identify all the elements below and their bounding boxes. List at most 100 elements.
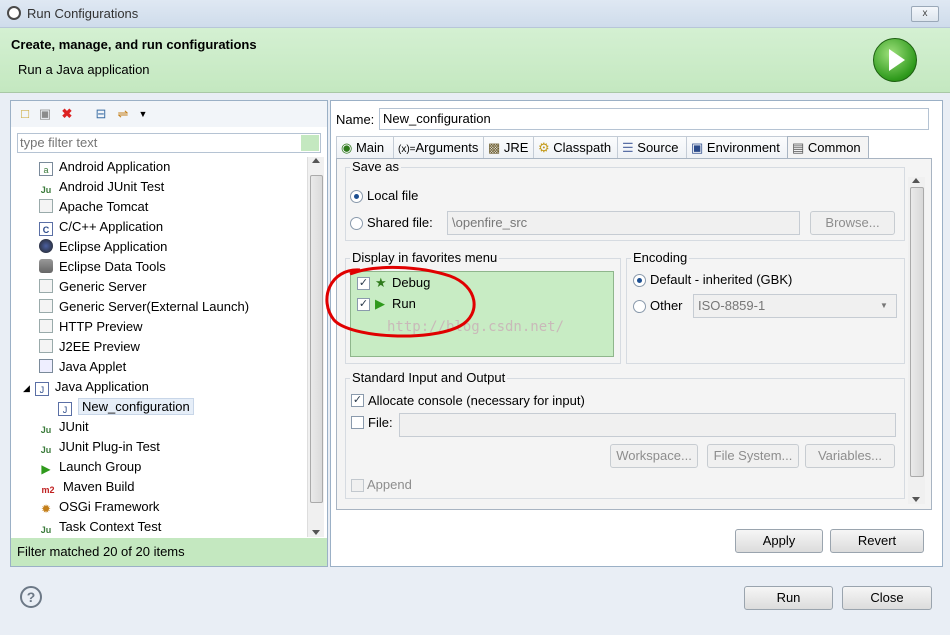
scroll-up-icon[interactable] (312, 158, 320, 163)
scroll-down-icon[interactable] (912, 497, 920, 502)
osgi-icon: ✹ (40, 502, 52, 516)
c-app-icon: C (39, 222, 53, 236)
encoding-value: ISO-8859-1 (698, 298, 766, 313)
allocate-console-checkbox[interactable]: ✓ (351, 394, 364, 407)
filter-input[interactable] (18, 134, 302, 150)
common-icon: ▤ (792, 140, 805, 155)
tree-item[interactable]: Generic Server (39, 277, 146, 297)
variables-button[interactable]: Variables... (805, 444, 895, 468)
new-config-icon[interactable]: □ (17, 106, 33, 122)
filter-box[interactable] (17, 133, 321, 153)
tab-jre[interactable]: ▩ JRE (483, 136, 535, 159)
close-button[interactable]: Close (842, 586, 932, 610)
delete-icon[interactable]: ✖ (59, 106, 75, 122)
save-as-title: Save as (350, 159, 401, 174)
scroll-up-icon[interactable] (912, 178, 920, 183)
apply-button[interactable]: Apply (735, 529, 823, 553)
app-icon (7, 6, 21, 20)
tree-item[interactable]: HTTP Preview (39, 317, 143, 337)
name-input[interactable]: New_configuration (379, 108, 929, 130)
chevron-down-icon[interactable]: ▼ (135, 106, 151, 122)
header-banner: Create, manage, and run configurations R… (0, 28, 950, 93)
browse-button[interactable]: Browse... (810, 211, 895, 235)
tab-classpath[interactable]: ⚙ Classpath (533, 136, 619, 159)
watermark-text: http://blog.csdn.net/ (387, 319, 565, 335)
tree-item[interactable]: Generic Server(External Launch) (39, 297, 249, 317)
run-banner-icon (873, 38, 917, 82)
encoding-title: Encoding (631, 250, 690, 265)
run-checkbox[interactable]: ✓ (357, 298, 370, 311)
tab-main[interactable]: ◉ Main (336, 136, 398, 159)
classpath-icon: ⚙ (538, 140, 550, 155)
run-button[interactable]: Run (744, 586, 833, 610)
tree-item[interactable]: C C/C++ Application (39, 217, 163, 237)
file-system-button[interactable]: File System... (707, 444, 799, 468)
stdio-title: Standard Input and Output (350, 370, 508, 385)
tree-item[interactable]: a Android Application (39, 157, 170, 177)
default-encoding-label: Default - inherited (GBK) (650, 272, 793, 287)
tree-scrollbar[interactable] (307, 157, 324, 537)
workspace-button[interactable]: Workspace... (610, 444, 698, 468)
append-checkbox[interactable] (351, 479, 364, 492)
tree-item[interactable]: Ju Android JUnit Test (39, 177, 165, 197)
junit-icon: Ju (40, 185, 52, 195)
applet-icon (39, 359, 53, 373)
jre-icon: ▩ (488, 140, 501, 155)
run-icon: ▶ (375, 296, 385, 311)
junit-icon: Ju (40, 525, 52, 535)
encoding-select[interactable]: ISO-8859-1 ▼ (693, 294, 897, 318)
revert-button[interactable]: Revert (830, 529, 924, 553)
default-encoding-radio[interactable] (633, 274, 646, 287)
debug-checkbox[interactable]: ✓ (357, 277, 370, 290)
scrollbar-thumb[interactable] (310, 175, 323, 503)
tab-source[interactable]: ☰ Source (617, 136, 689, 159)
local-file-radio[interactable] (350, 190, 363, 203)
server-icon (39, 319, 53, 333)
close-window-button[interactable]: x (911, 6, 939, 22)
help-icon[interactable]: ? (20, 586, 42, 608)
tab-common[interactable]: ▤ Common (787, 136, 869, 160)
tree-item[interactable]: Java Applet (39, 357, 126, 377)
database-icon (39, 259, 53, 273)
file-field[interactable] (399, 413, 896, 437)
scroll-down-icon[interactable] (312, 530, 320, 535)
shared-file-radio[interactable] (350, 217, 363, 230)
favorites-list[interactable] (350, 271, 614, 357)
allocate-console-label: Allocate console (necessary for input) (368, 393, 585, 408)
tree-item[interactable]: ✹ OSGi Framework (39, 497, 159, 517)
tree-item[interactable]: ▶ Launch Group (39, 457, 141, 477)
clear-filter-icon[interactable] (301, 135, 319, 151)
source-icon: ☰ (622, 140, 634, 155)
duplicate-icon[interactable]: ▣ (37, 106, 53, 122)
expand-arrow-icon[interactable]: ◢ (23, 383, 30, 393)
collapse-all-icon[interactable]: ⊟ (93, 106, 109, 122)
tab-arguments[interactable]: (x)=Arguments (393, 136, 485, 159)
tree-item[interactable]: Ju JUnit Plug-in Test (39, 437, 160, 457)
junit-icon: Ju (40, 445, 52, 455)
tree-item[interactable]: J2EE Preview (39, 337, 140, 357)
tree-item[interactable]: Ju JUnit (39, 417, 89, 437)
other-encoding-label: Other (650, 298, 683, 313)
debug-icon: ★ (375, 275, 387, 290)
shared-file-field[interactable]: \openfire_src (447, 211, 800, 235)
left-toolbar: □ ▣ ✖ ⊟ ⇌ ▼ (11, 101, 327, 127)
window-title: Run Configurations (27, 6, 139, 21)
tree-item-selected[interactable]: J New_configuration (58, 397, 194, 417)
tab-environment[interactable]: ▣ Environment (686, 136, 791, 159)
tree-item[interactable]: Ju Task Context Test (39, 517, 162, 537)
tree-item[interactable]: Eclipse Application (39, 237, 167, 257)
tree-item-expanded[interactable]: ◢ J Java Application (23, 377, 149, 397)
content-scrollbar[interactable] (908, 177, 925, 504)
tree-item[interactable]: Eclipse Data Tools (39, 257, 166, 277)
server-icon (39, 299, 53, 313)
file-checkbox[interactable] (351, 416, 364, 429)
other-encoding-radio[interactable] (633, 300, 646, 313)
name-value: New_configuration (383, 111, 491, 126)
filter-icon[interactable]: ⇌ (115, 106, 131, 122)
file-label: File: (368, 415, 393, 430)
append-label: Append (367, 477, 412, 492)
tree-item[interactable]: Apache Tomcat (39, 197, 148, 217)
tree-item[interactable]: m2 Maven Build (39, 477, 134, 497)
scrollbar-thumb[interactable] (910, 187, 924, 477)
tomcat-icon (39, 199, 53, 213)
